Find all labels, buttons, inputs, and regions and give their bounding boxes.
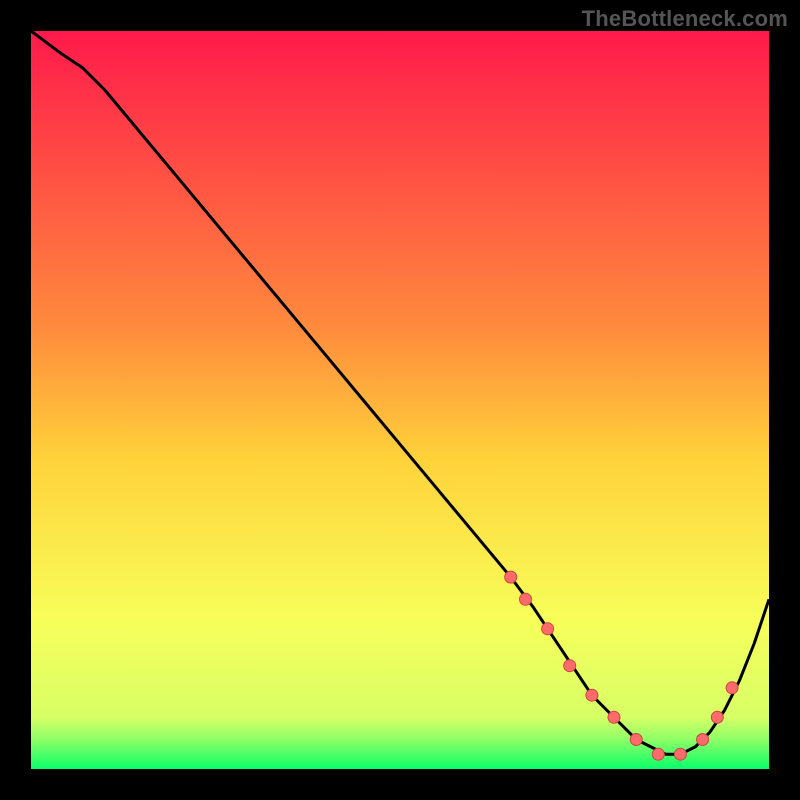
curve-marker <box>726 682 738 694</box>
curve-marker <box>542 623 554 635</box>
chart-plot-area <box>31 31 769 769</box>
curve-marker <box>652 748 664 760</box>
curve-marker <box>674 748 686 760</box>
chart-frame: TheBottleneck.com <box>0 0 800 800</box>
curve-marker <box>564 660 576 672</box>
chart-svg <box>31 31 769 769</box>
curve-marker <box>711 711 723 723</box>
curve-marker <box>505 571 517 583</box>
watermark-text: TheBottleneck.com <box>582 6 788 32</box>
curve-marker <box>520 593 532 605</box>
chart-background <box>31 31 769 769</box>
curve-marker <box>630 734 642 746</box>
curve-marker <box>586 689 598 701</box>
curve-marker <box>608 711 620 723</box>
curve-marker <box>697 734 709 746</box>
